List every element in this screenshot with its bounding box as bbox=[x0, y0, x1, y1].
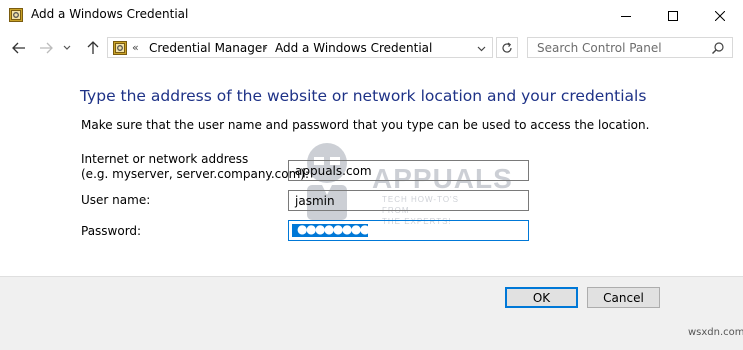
password-label: Password: bbox=[81, 224, 142, 238]
breadcrumb-credential-manager[interactable]: Credential Manager bbox=[149, 41, 267, 55]
password-field-value: ●●●●●●●●●●● bbox=[297, 222, 397, 236]
breadcrumb-overflow[interactable]: « bbox=[132, 41, 139, 54]
back-arrow-icon bbox=[12, 42, 25, 54]
address-field[interactable]: appuals.com bbox=[288, 160, 529, 181]
maximize-button[interactable] bbox=[650, 0, 696, 31]
back-button[interactable] bbox=[9, 37, 29, 59]
up-button[interactable] bbox=[83, 37, 103, 59]
site-watermark-text: wsxdn.com bbox=[688, 327, 743, 338]
search-box[interactable]: Search Control Panel bbox=[527, 37, 733, 58]
username-label: User name: bbox=[81, 193, 151, 207]
username-field-value: jasmin bbox=[295, 194, 335, 208]
minimize-icon bbox=[621, 15, 631, 17]
recent-dropdown-icon bbox=[63, 45, 71, 50]
credential-manager-icon bbox=[113, 41, 127, 55]
title-bar: Add a Windows Credential bbox=[0, 0, 743, 31]
recent-locations-button[interactable] bbox=[60, 37, 74, 59]
window-title: Add a Windows Credential bbox=[31, 7, 189, 21]
credential-dialog-window: Add a Windows Credential « Credential Ma… bbox=[0, 0, 743, 350]
chevron-down-icon bbox=[477, 46, 486, 51]
search-icon[interactable] bbox=[711, 41, 725, 55]
address-field-value: appuals.com bbox=[295, 164, 372, 178]
address-label-line1: Internet or network address bbox=[81, 152, 249, 166]
close-button[interactable] bbox=[697, 0, 743, 31]
forward-arrow-icon bbox=[40, 42, 53, 54]
page-heading: Type the address of the website or netwo… bbox=[80, 87, 647, 105]
cancel-button[interactable]: Cancel bbox=[587, 287, 660, 308]
username-field[interactable]: jasmin bbox=[288, 190, 529, 211]
ok-button[interactable]: OK bbox=[505, 287, 578, 308]
breadcrumb-add-windows-credential[interactable]: Add a Windows Credential bbox=[275, 41, 432, 55]
forward-button[interactable] bbox=[36, 37, 56, 59]
search-placeholder: Search Control Panel bbox=[537, 41, 662, 55]
password-selection-highlight: ●●●●●●●●●●● bbox=[292, 222, 397, 237]
refresh-icon bbox=[502, 42, 512, 53]
credential-manager-icon bbox=[9, 8, 23, 22]
address-label-line2: (e.g. myserver, server.company.com): bbox=[81, 167, 309, 181]
refresh-button[interactable] bbox=[496, 37, 518, 58]
close-icon bbox=[715, 10, 725, 21]
minimize-button[interactable] bbox=[603, 0, 649, 31]
address-bar[interactable]: « Credential Manager › Add a Windows Cre… bbox=[107, 37, 493, 58]
maximize-icon bbox=[668, 10, 678, 21]
instruction-text: Make sure that the user name and passwor… bbox=[81, 118, 650, 132]
breadcrumb-separator[interactable]: › bbox=[263, 41, 267, 54]
address-dropdown-button[interactable] bbox=[471, 40, 492, 57]
up-arrow-icon bbox=[87, 41, 99, 54]
password-field[interactable]: ●●●●●●●●●●● bbox=[288, 220, 529, 241]
